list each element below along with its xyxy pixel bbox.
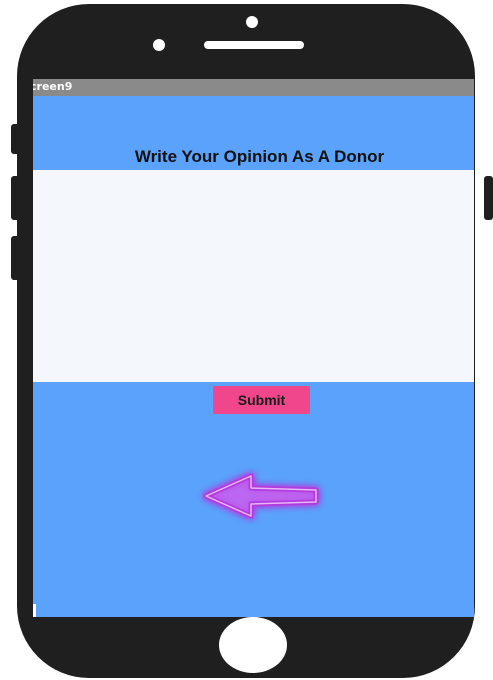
home-button xyxy=(219,617,287,673)
left-arrow-icon[interactable] xyxy=(196,468,326,524)
opinion-input[interactable] xyxy=(33,170,474,382)
app-screen: creen9 Write Your Opinion As A Donor Sub… xyxy=(33,79,474,617)
submit-button[interactable]: Submit xyxy=(213,386,310,414)
screen-edge xyxy=(33,604,36,617)
page-heading: Write Your Opinion As A Donor xyxy=(134,147,385,166)
speaker-grille xyxy=(204,41,304,49)
power-button xyxy=(484,176,493,220)
title-bar: creen9 xyxy=(33,79,474,96)
front-camera-icon xyxy=(246,16,258,28)
device-mockup: creen9 Write Your Opinion As A Donor Sub… xyxy=(0,0,493,680)
screen-title: creen9 xyxy=(33,80,73,93)
sensor-icon xyxy=(153,39,165,51)
